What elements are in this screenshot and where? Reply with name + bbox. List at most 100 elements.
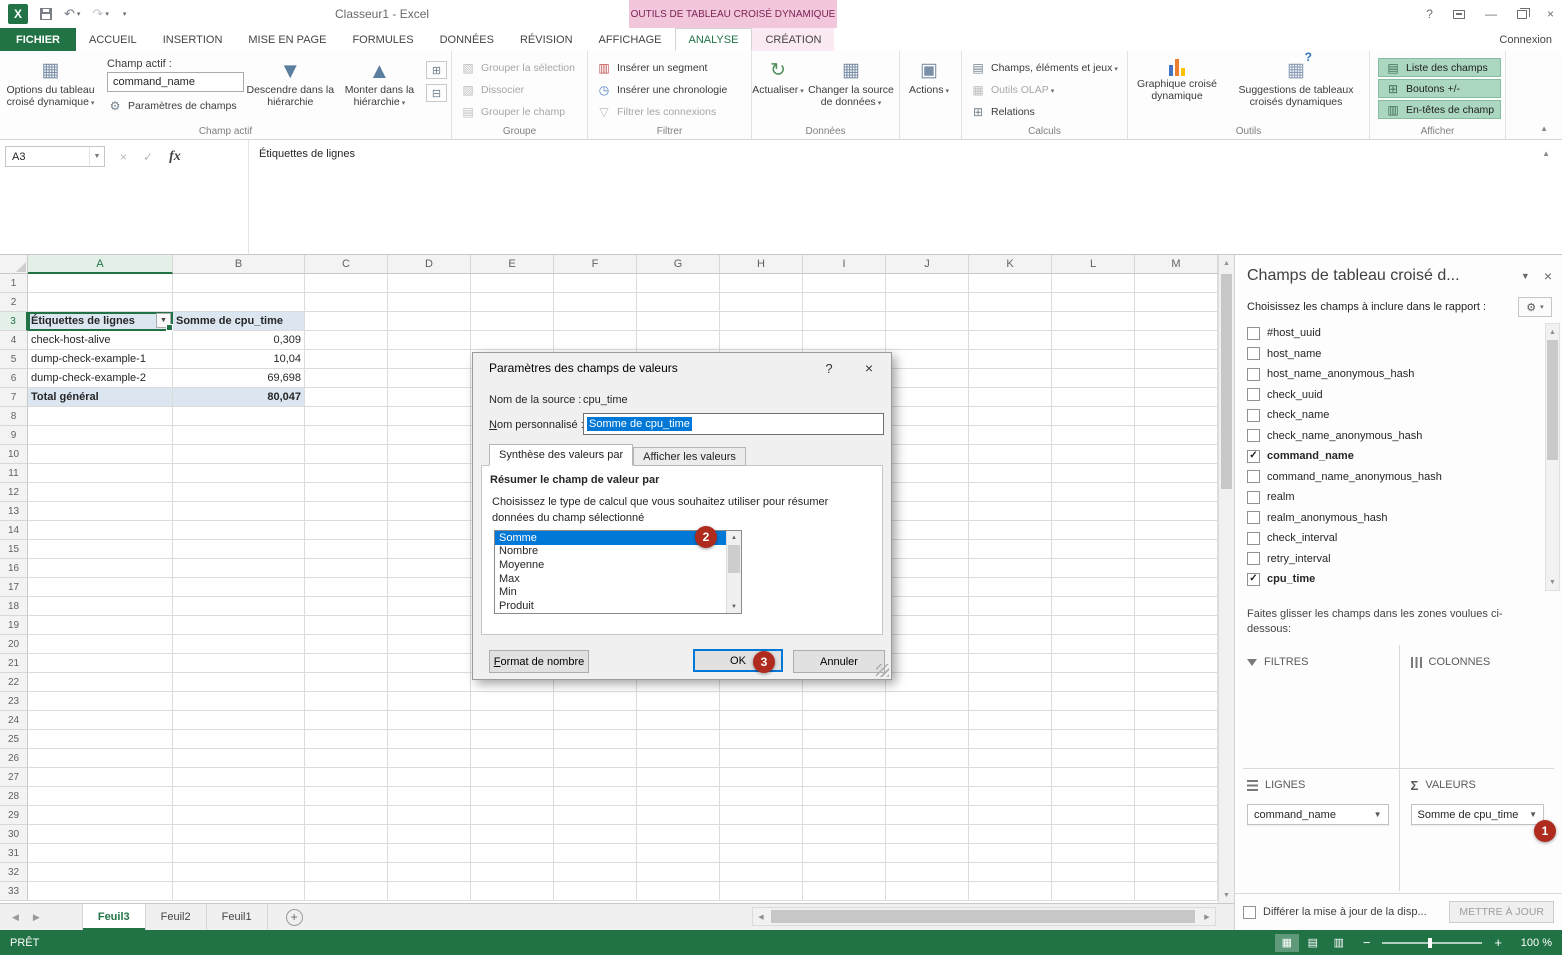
cell-J11[interactable] <box>886 464 969 483</box>
cell-C16[interactable] <box>305 559 388 578</box>
cell-L7[interactable] <box>1052 388 1135 407</box>
dialog-close-icon[interactable]: × <box>853 355 885 381</box>
row-header-2[interactable]: 2 <box>0 293 28 312</box>
cell-L13[interactable] <box>1052 502 1135 521</box>
values-area-item[interactable]: Somme de cpu_time ▼ <box>1411 804 1545 825</box>
field-checkbox-check_uuid[interactable] <box>1247 388 1260 401</box>
cell-M29[interactable] <box>1135 806 1218 825</box>
cell-A11[interactable] <box>28 464 173 483</box>
cell-H1[interactable] <box>720 274 803 293</box>
tab-summarize-values-by[interactable]: Synthèse des valeurs par <box>489 444 633 466</box>
cell-L25[interactable] <box>1052 730 1135 749</box>
cell-G31[interactable] <box>637 844 720 863</box>
cell-A2[interactable] <box>28 293 173 312</box>
cell-K23[interactable] <box>969 692 1052 711</box>
cell-G32[interactable] <box>637 863 720 882</box>
cell-D32[interactable] <box>388 863 471 882</box>
cell-M21[interactable] <box>1135 654 1218 673</box>
cell-C27[interactable] <box>305 768 388 787</box>
cell-C1[interactable] <box>305 274 388 293</box>
cell-A26[interactable] <box>28 749 173 768</box>
cell-D15[interactable] <box>388 540 471 559</box>
cell-D20[interactable] <box>388 635 471 654</box>
row-header-24[interactable]: 24 <box>0 711 28 730</box>
cell-K12[interactable] <box>969 483 1052 502</box>
cell-G2[interactable] <box>637 293 720 312</box>
cell-B12[interactable] <box>173 483 305 502</box>
scroll-left-icon[interactable]: ◀ <box>753 908 769 925</box>
row-header-13[interactable]: 13 <box>0 502 28 521</box>
cell-C9[interactable] <box>305 426 388 445</box>
cell-J9[interactable] <box>886 426 969 445</box>
cell-D19[interactable] <box>388 616 471 635</box>
refresh-button[interactable]: ↻ Actualiser▾ <box>752 54 804 98</box>
cell-J33[interactable] <box>886 882 969 901</box>
cell-E1[interactable] <box>471 274 554 293</box>
cell-A33[interactable] <box>28 882 173 901</box>
cell-D3[interactable] <box>388 312 471 331</box>
cell-E32[interactable] <box>471 863 554 882</box>
cell-M1[interactable] <box>1135 274 1218 293</box>
excel-logo-icon[interactable]: X <box>8 4 28 24</box>
cell-H23[interactable] <box>720 692 803 711</box>
cell-L31[interactable] <box>1052 844 1135 863</box>
cell-H26[interactable] <box>720 749 803 768</box>
row-header-22[interactable]: 22 <box>0 673 28 692</box>
cell-J21[interactable] <box>886 654 969 673</box>
page-layout-view-icon[interactable]: ▤ <box>1301 934 1325 952</box>
cell-B18[interactable] <box>173 597 305 616</box>
cell-D24[interactable] <box>388 711 471 730</box>
row-header-33[interactable]: 33 <box>0 882 28 901</box>
cell-M17[interactable] <box>1135 578 1218 597</box>
cell-C14[interactable] <box>305 521 388 540</box>
connexion-link[interactable]: Connexion <box>1499 28 1552 51</box>
cell-M27[interactable] <box>1135 768 1218 787</box>
cell-A6[interactable]: dump-check-example-2 <box>28 369 173 388</box>
cell-F27[interactable] <box>554 768 637 787</box>
cell-M9[interactable] <box>1135 426 1218 445</box>
cell-D11[interactable] <box>388 464 471 483</box>
row-header-14[interactable]: 14 <box>0 521 28 540</box>
cell-J25[interactable] <box>886 730 969 749</box>
cell-B31[interactable] <box>173 844 305 863</box>
cell-J20[interactable] <box>886 635 969 654</box>
cell-D4[interactable] <box>388 331 471 350</box>
row-header-28[interactable]: 28 <box>0 787 28 806</box>
tab-données[interactable]: DONNÉES <box>427 28 507 51</box>
cell-B21[interactable] <box>173 654 305 673</box>
cell-A1[interactable] <box>28 274 173 293</box>
cell-B4[interactable]: 0,309 <box>173 331 305 350</box>
number-format-button[interactable]: Format de nombre <box>489 650 589 673</box>
cell-M13[interactable] <box>1135 502 1218 521</box>
cell-G23[interactable] <box>637 692 720 711</box>
cell-L21[interactable] <box>1052 654 1135 673</box>
cell-I26[interactable] <box>803 749 886 768</box>
defer-update-checkbox[interactable] <box>1243 906 1256 919</box>
cell-K25[interactable] <box>969 730 1052 749</box>
cell-K2[interactable] <box>969 293 1052 312</box>
cell-C23[interactable] <box>305 692 388 711</box>
cell-B9[interactable] <box>173 426 305 445</box>
cell-D1[interactable] <box>388 274 471 293</box>
cell-L24[interactable] <box>1052 711 1135 730</box>
cell-G1[interactable] <box>637 274 720 293</box>
cell-D13[interactable] <box>388 502 471 521</box>
cell-I32[interactable] <box>803 863 886 882</box>
cell-K3[interactable] <box>969 312 1052 331</box>
cell-E3[interactable] <box>471 312 554 331</box>
cell-C26[interactable] <box>305 749 388 768</box>
column-header-b[interactable]: B <box>173 255 305 274</box>
horizontal-scrollbar-thumb[interactable] <box>771 910 1195 923</box>
cell-H33[interactable] <box>720 882 803 901</box>
cell-M2[interactable] <box>1135 293 1218 312</box>
cell-K28[interactable] <box>969 787 1052 806</box>
cell-H24[interactable] <box>720 711 803 730</box>
cell-I29[interactable] <box>803 806 886 825</box>
cell-I25[interactable] <box>803 730 886 749</box>
cell-M5[interactable] <box>1135 350 1218 369</box>
cell-M16[interactable] <box>1135 559 1218 578</box>
cell-E29[interactable] <box>471 806 554 825</box>
cell-J32[interactable] <box>886 863 969 882</box>
cell-K16[interactable] <box>969 559 1052 578</box>
row-header-5[interactable]: 5 <box>0 350 28 369</box>
